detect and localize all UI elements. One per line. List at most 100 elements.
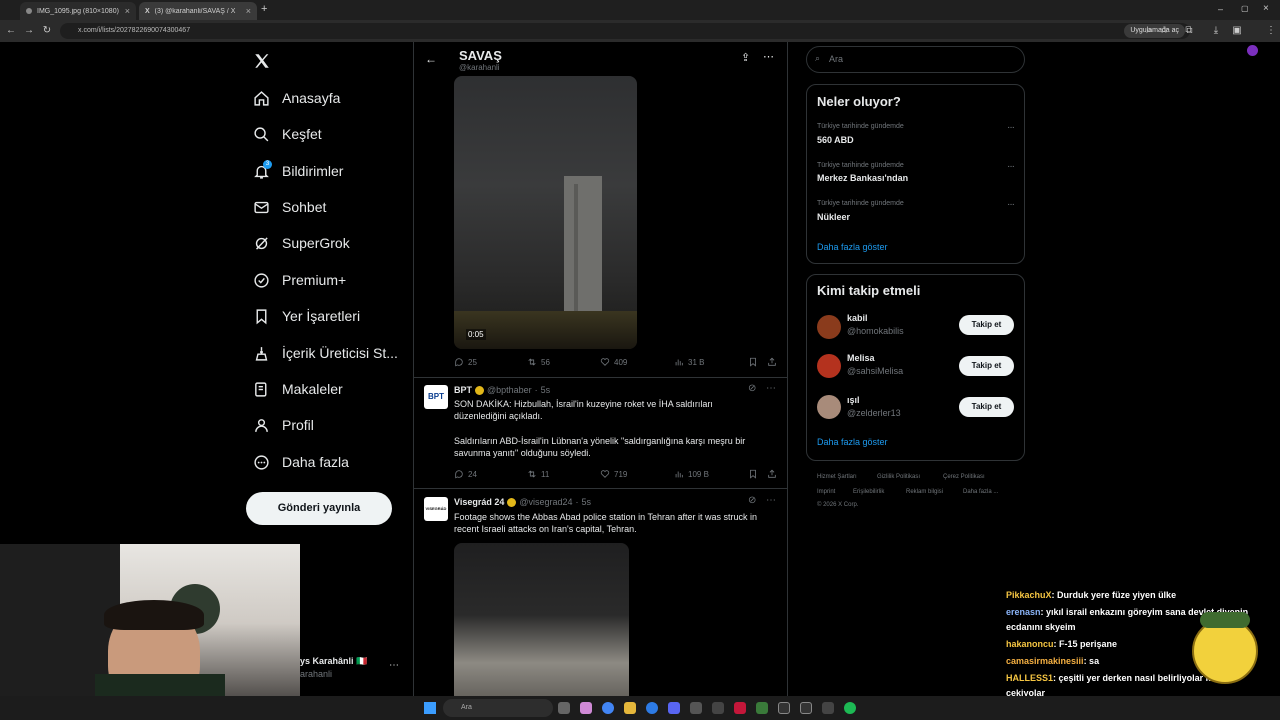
tweet-video[interactable]: 0:05 [454, 76, 637, 349]
app-icon[interactable] [800, 702, 812, 714]
nav-item-explore[interactable]: Keşfet [253, 119, 322, 149]
trend-item[interactable]: Merkez Bankası'ndan [817, 173, 908, 183]
task-view-icon[interactable] [558, 702, 570, 714]
app-icon[interactable] [580, 702, 592, 714]
trend-item[interactable]: Nükleer [817, 212, 850, 222]
app-icon[interactable] [690, 702, 702, 714]
share-button[interactable] [767, 357, 777, 367]
share-icon[interactable]: ⇪ [741, 51, 750, 64]
more-icon[interactable]: ··· [1007, 122, 1015, 133]
follow-button[interactable]: Takip et [959, 356, 1014, 376]
profile-name[interactable]: ys Karahânli 🇮🇹 [300, 656, 367, 667]
author-handle[interactable]: @visegrad24 [519, 497, 572, 507]
nav-item-creator-studio[interactable]: İçerik Üreticisi St... [253, 338, 398, 368]
nav-item-bookmarks[interactable]: Yer İşaretleri [253, 301, 360, 331]
like-button[interactable]: 719 [600, 469, 627, 479]
footer-link[interactable]: Çerez Politikası [943, 474, 985, 480]
app-icon[interactable] [822, 702, 834, 714]
nav-item-supergrok[interactable]: SuperGrok [253, 228, 350, 258]
like-button[interactable]: 409 [600, 357, 627, 367]
repost-button[interactable]: 56 [527, 357, 550, 367]
url-input[interactable]: x.com/i/lists/2027822690074300467 [60, 23, 1190, 39]
download-icon[interactable]: ⤓ [1209, 24, 1223, 38]
author-name[interactable]: Visegrád 24 [454, 497, 504, 507]
discord-icon[interactable] [668, 702, 680, 714]
taskbar-search[interactable]: Ara [443, 699, 553, 717]
nav-item-home[interactable]: Anasayfa [253, 83, 340, 113]
author-handle[interactable]: @bpthaber [487, 385, 532, 395]
tweet-time[interactable]: 5s [541, 385, 551, 395]
more-icon[interactable]: ⋯ [389, 660, 399, 671]
follow-handle[interactable]: @homokabilis [847, 326, 904, 336]
app-icon[interactable] [712, 702, 724, 714]
repost-button[interactable]: 11 [527, 469, 549, 479]
app-icon[interactable] [756, 702, 768, 714]
reply-button[interactable]: 24 [454, 469, 477, 479]
search-input[interactable]: Ara [806, 46, 1025, 73]
folder-icon[interactable] [624, 702, 636, 714]
bookmark-button[interactable] [748, 357, 758, 367]
show-more-link[interactable]: Daha fazla göster [817, 242, 888, 252]
footer-link[interactable]: Reklam bilgisi [906, 489, 943, 495]
nav-item-premium[interactable]: Premium+ [253, 265, 346, 295]
menu-icon[interactable]: ⋮ [1264, 24, 1278, 38]
close-tab-icon[interactable]: × [125, 6, 130, 16]
more-icon[interactable]: ··· [1007, 199, 1015, 210]
back-icon[interactable]: ← [4, 24, 18, 38]
footer-link[interactable]: Hizmet Şartları [817, 474, 857, 480]
bookmark-button[interactable] [748, 469, 758, 479]
avatar[interactable] [1247, 45, 1258, 56]
avatar[interactable]: VISEGRÁD [424, 497, 448, 521]
follow-button[interactable]: Takip et [959, 397, 1014, 417]
profile-handle[interactable]: arahanli [300, 669, 332, 679]
nav-item-more[interactable]: Daha fazla [253, 447, 349, 477]
reload-icon[interactable]: ↻ [40, 24, 54, 38]
footer-link[interactable]: Erişilebilirlik [853, 489, 884, 495]
spotify-icon[interactable] [844, 702, 856, 714]
more-icon[interactable]: ··· [1007, 161, 1015, 172]
extensions-icon[interactable]: ⧉ [1182, 24, 1196, 38]
footer-link[interactable]: Daha fazla ... [963, 489, 998, 495]
edge-icon[interactable] [646, 702, 658, 714]
views-button[interactable]: 31 B [674, 357, 704, 367]
tweet-video[interactable] [454, 543, 629, 696]
nav-item-profile[interactable]: Profil [253, 410, 314, 440]
avatar[interactable] [817, 315, 841, 339]
sidebar-icon[interactable]: ▣ [1230, 24, 1244, 38]
follow-button[interactable]: Takip et [959, 315, 1014, 335]
avatar[interactable]: BPT [424, 385, 448, 409]
avatar[interactable] [817, 354, 841, 378]
tweet-time[interactable]: 5s [582, 497, 592, 507]
browser-tab[interactable]: IMG_1095.jpg (810×1080) × [20, 2, 136, 20]
follow-name[interactable]: Melisa [847, 353, 875, 363]
post-button[interactable]: Gönderi yayınla [246, 492, 392, 525]
follow-name[interactable]: ışıl [847, 395, 860, 405]
close-window-icon[interactable]: × [1263, 3, 1269, 14]
follow-handle[interactable]: @zelderler13 [847, 408, 901, 418]
zoom-icon[interactable]: ⌕ [1142, 24, 1156, 38]
app-icon[interactable] [734, 702, 746, 714]
footer-link[interactable]: Imprint [817, 489, 835, 495]
maximize-icon[interactable]: ▢ [1241, 4, 1249, 13]
show-more-link[interactable]: Daha fazla göster [817, 437, 888, 447]
more-icon[interactable]: ⋯ [766, 495, 776, 506]
views-button[interactable]: 109 B [674, 469, 709, 479]
windows-start-icon[interactable] [424, 702, 436, 714]
grok-icon[interactable]: ⊘ [748, 383, 756, 394]
nav-item-chat[interactable]: Sohbet [253, 192, 326, 222]
avatar[interactable] [817, 395, 841, 419]
share-button[interactable] [767, 469, 777, 479]
x-logo-icon[interactable] [253, 52, 271, 70]
footer-link[interactable]: Gizlilik Politikası [877, 474, 920, 480]
chrome-icon[interactable] [602, 702, 614, 714]
grok-icon[interactable]: ⊘ [748, 495, 756, 506]
more-icon[interactable]: ⋯ [763, 50, 774, 63]
more-icon[interactable]: ⋯ [766, 383, 776, 394]
minimize-icon[interactable]: – [1218, 4, 1223, 14]
reply-button[interactable]: 25 [454, 357, 477, 367]
star-icon[interactable]: ☆ [1157, 24, 1171, 38]
browser-tab-active[interactable]: X (3) @karahanli/SAVAŞ / X × [139, 2, 257, 20]
close-tab-icon[interactable]: × [246, 6, 251, 16]
app-icon[interactable] [778, 702, 790, 714]
author-name[interactable]: BPT [454, 385, 472, 395]
